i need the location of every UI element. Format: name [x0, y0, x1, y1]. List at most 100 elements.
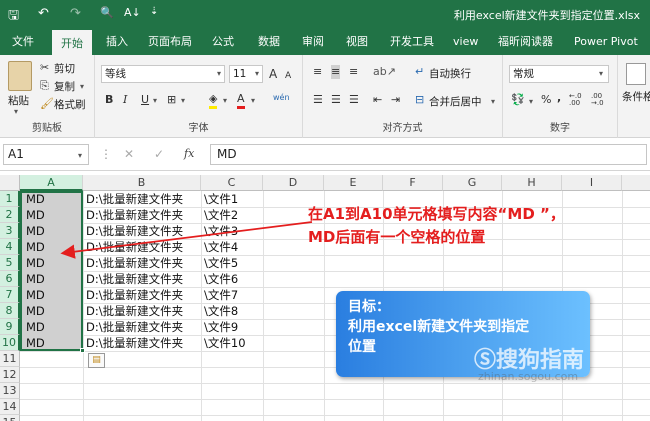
tab-formulas[interactable]: 公式	[212, 28, 234, 55]
paste-dropdown-icon[interactable]: ▾	[14, 107, 18, 116]
cell-c2[interactable]: \文件2	[202, 207, 238, 223]
align-middle-icon[interactable]: ≡	[331, 65, 341, 79]
font-color-button[interactable]: A	[237, 92, 245, 109]
cell-b10[interactable]: D:\批量新建文件夹	[84, 335, 183, 351]
sort-icon[interactable]: A↓	[124, 6, 141, 19]
accounting-format-icon[interactable]: 💱	[511, 93, 525, 107]
tab-view-addin[interactable]: view	[453, 28, 478, 55]
cell-a9[interactable]: MD	[24, 319, 45, 335]
cell-b7[interactable]: D:\批量新建文件夹	[84, 287, 183, 303]
cell-c1[interactable]: \文件1	[202, 191, 238, 207]
column-header-j[interactable]	[622, 175, 650, 191]
print-preview-icon[interactable]: 🔍	[100, 6, 114, 19]
cell-b5[interactable]: D:\批量新建文件夹	[84, 255, 183, 271]
cell-a7[interactable]: MD	[24, 287, 45, 303]
formula-bar-splitter-icon[interactable]: ⋮	[100, 147, 112, 161]
align-top-icon[interactable]: ≡	[313, 65, 322, 79]
cell-c7[interactable]: \文件7	[202, 287, 238, 303]
increase-indent-icon[interactable]: ⇥	[391, 93, 400, 107]
select-all-corner[interactable]	[0, 175, 20, 191]
cell-a3[interactable]: MD	[24, 223, 45, 239]
font-color-dropdown-icon[interactable]: ▾	[251, 96, 255, 105]
cell-b2[interactable]: D:\批量新建文件夹	[84, 207, 183, 223]
row-header-14[interactable]: 14	[0, 399, 20, 415]
quick-analysis-icon[interactable]: ▤	[88, 353, 105, 368]
merge-dropdown-icon[interactable]: ▾	[491, 97, 495, 106]
cell-a2[interactable]: MD	[24, 207, 45, 223]
conditional-format-button[interactable]: 条件格	[622, 89, 650, 104]
align-bottom-icon[interactable]: ≡	[349, 65, 358, 79]
align-right-icon[interactable]: ☰	[349, 93, 359, 107]
tab-foxit-reader[interactable]: 福昕阅读器	[498, 28, 553, 55]
accounting-dropdown-icon[interactable]: ▾	[529, 97, 533, 106]
customize-qat-icon[interactable]: ⇣	[150, 6, 158, 17]
cell-a1[interactable]: MD	[24, 191, 45, 207]
column-header-b[interactable]: B	[83, 175, 201, 191]
cell-b4[interactable]: D:\批量新建文件夹	[84, 239, 183, 255]
tab-power-pivot[interactable]: Power Pivot	[574, 28, 638, 55]
cell-c9[interactable]: \文件9	[202, 319, 238, 335]
name-box-dropdown-icon[interactable]: ▾	[78, 151, 82, 160]
confirm-icon[interactable]: ✓	[154, 147, 164, 161]
column-header-i[interactable]: I	[562, 175, 622, 191]
column-header-d[interactable]: D	[263, 175, 324, 191]
cell-c8[interactable]: \文件8	[202, 303, 238, 319]
cell-b1[interactable]: D:\批量新建文件夹	[84, 191, 183, 207]
undo-icon[interactable]: ↶	[38, 6, 49, 21]
cut-button[interactable]: 剪切	[54, 61, 75, 76]
insert-function-icon[interactable]: fx	[184, 147, 194, 160]
row-header-8[interactable]: 8	[0, 303, 20, 319]
tab-data[interactable]: 数据	[258, 28, 280, 55]
borders-icon[interactable]: ⊞	[167, 93, 176, 107]
cell-c10[interactable]: \文件10	[202, 335, 246, 351]
italic-button[interactable]: I	[123, 93, 127, 107]
merge-center-button[interactable]: 合并后居中	[429, 94, 482, 109]
tab-page-layout[interactable]: 页面布局	[148, 28, 192, 55]
tab-review[interactable]: 审阅	[302, 28, 324, 55]
cell-b8[interactable]: D:\批量新建文件夹	[84, 303, 183, 319]
cell-c4[interactable]: \文件4	[202, 239, 238, 255]
cell-b3[interactable]: D:\批量新建文件夹	[84, 223, 183, 239]
copy-dropdown-icon[interactable]: ▾	[80, 82, 84, 91]
cell-a8[interactable]: MD	[24, 303, 45, 319]
formula-input[interactable]: MD	[210, 144, 647, 165]
tab-file[interactable]: 文件	[12, 28, 34, 55]
row-header-11[interactable]: 11	[0, 351, 20, 367]
decrease-indent-icon[interactable]: ⇤	[373, 93, 382, 107]
font-name-select[interactable]: 等线	[101, 65, 225, 83]
fill-color-dropdown-icon[interactable]: ▾	[223, 96, 227, 105]
column-header-c[interactable]: C	[201, 175, 263, 191]
align-center-icon[interactable]: ☰	[331, 93, 341, 107]
percent-button[interactable]: %	[541, 93, 551, 107]
shrink-font-icon[interactable]: A	[285, 69, 291, 83]
wrap-text-button[interactable]: 自动换行	[429, 66, 471, 81]
underline-button[interactable]: U	[141, 93, 149, 107]
tab-developer[interactable]: 开发工具	[390, 28, 434, 55]
row-header-6[interactable]: 6	[0, 271, 20, 287]
decrease-decimal-button[interactable]: .00 →.0	[591, 93, 611, 107]
name-box[interactable]: A1	[3, 144, 89, 165]
cell-c5[interactable]: \文件5	[202, 255, 238, 271]
row-header-15[interactable]: 15	[0, 415, 20, 421]
row-header-2[interactable]: 2	[0, 207, 20, 223]
row-header-13[interactable]: 13	[0, 383, 20, 399]
borders-dropdown-icon[interactable]: ▾	[181, 96, 185, 105]
row-header-1[interactable]: 1	[0, 191, 20, 207]
fill-color-icon[interactable]: ◈	[209, 92, 218, 109]
cell-b9[interactable]: D:\批量新建文件夹	[84, 319, 183, 335]
column-header-e[interactable]: E	[324, 175, 383, 191]
underline-dropdown-icon[interactable]: ▾	[153, 96, 157, 105]
tab-insert[interactable]: 插入	[106, 28, 128, 55]
cell-a4[interactable]: MD	[24, 239, 45, 255]
phonetic-guide-icon[interactable]: wén	[273, 91, 290, 105]
column-header-h[interactable]: H	[502, 175, 562, 191]
font-size-dropdown-icon[interactable]: ▾	[255, 69, 259, 78]
number-format-select[interactable]: 常规	[509, 65, 609, 83]
bold-button[interactable]: B	[105, 93, 113, 107]
cell-c3[interactable]: \文件3	[202, 223, 238, 239]
tab-home[interactable]: 开始	[52, 28, 92, 55]
tab-view[interactable]: 视图	[346, 28, 368, 55]
cell-c6[interactable]: \文件6	[202, 271, 238, 287]
orientation-icon[interactable]: ab↗	[373, 65, 396, 79]
copy-button[interactable]: 复制	[54, 79, 75, 94]
